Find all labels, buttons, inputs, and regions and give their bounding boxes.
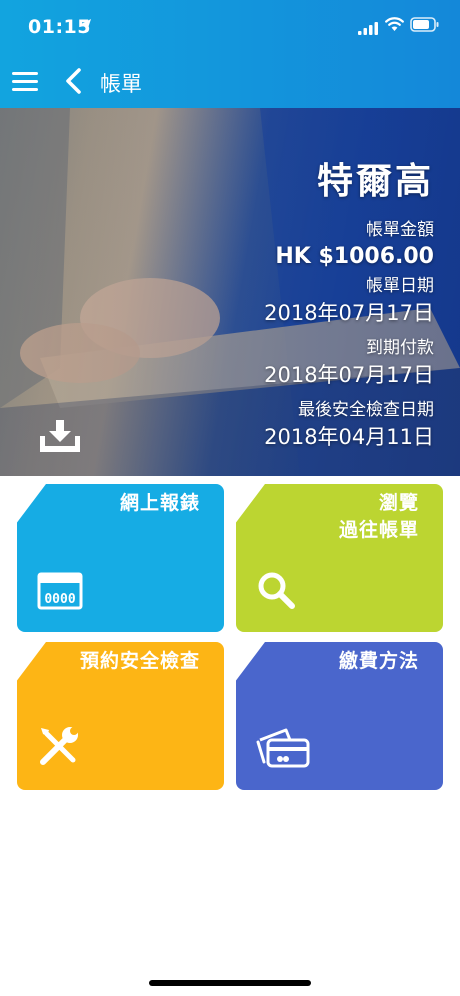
tile-label-line1: 瀏覽 (378, 492, 419, 514)
meter-counter-icon: 0000 (37, 572, 83, 614)
app-header: 01:15 帳單 (0, 0, 460, 108)
download-icon[interactable] (38, 418, 82, 458)
wifi-icon (385, 17, 404, 36)
inspection-date-label: 最後安全檢查日期 (298, 400, 434, 420)
bill-details: 特爾高 帳單金額 HK $1006.00 帳單日期 2018年07月17日 到期… (264, 152, 434, 460)
cellular-signal-icon (358, 20, 378, 39)
back-chevron-icon[interactable] (60, 66, 88, 96)
battery-icon (410, 17, 440, 36)
past-bills-button[interactable]: 瀏覽 過往帳單 (236, 484, 443, 632)
tile-label: 預約安全檢查 (79, 650, 200, 672)
credit-cards-icon (256, 728, 312, 772)
tile-label: 瀏覽 過往帳單 (339, 490, 419, 544)
status-bar: 01:15 (0, 0, 460, 56)
tile-label: 網上報錶 (119, 492, 200, 514)
nav-bar: 帳單 (0, 56, 460, 108)
amount-label: 帳單金額 (366, 220, 434, 240)
tile-label: 繳費方法 (338, 650, 419, 672)
inspection-date-value: 2018年04月11日 (264, 425, 434, 449)
tile-label-line2: 過往帳單 (338, 519, 419, 541)
due-date-label: 到期付款 (366, 338, 434, 358)
bill-date-value: 2018年07月17日 (264, 301, 434, 325)
online-meter-reading-button[interactable]: 網上報錶 0000 (17, 484, 224, 632)
location-arrow-icon (80, 17, 92, 36)
customer-name: 特爾高 (316, 161, 434, 202)
page-title: 帳單 (100, 72, 142, 96)
bill-date-label: 帳單日期 (366, 276, 434, 296)
payment-methods-button[interactable]: 繳費方法 (236, 642, 443, 790)
menu-icon[interactable] (12, 70, 40, 92)
book-safety-inspection-button[interactable]: 預約安全檢查 (17, 642, 224, 790)
due-date-value: 2018年07月17日 (264, 363, 434, 387)
svg-text:0000: 0000 (44, 592, 75, 607)
bill-summary-banner: 特爾高 帳單金額 HK $1006.00 帳單日期 2018年07月17日 到期… (0, 108, 460, 476)
home-indicator[interactable] (149, 980, 311, 986)
amount-value: HK $1006.00 (275, 244, 434, 269)
magnifier-icon (256, 570, 296, 614)
wrench-screwdriver-icon (37, 724, 81, 772)
